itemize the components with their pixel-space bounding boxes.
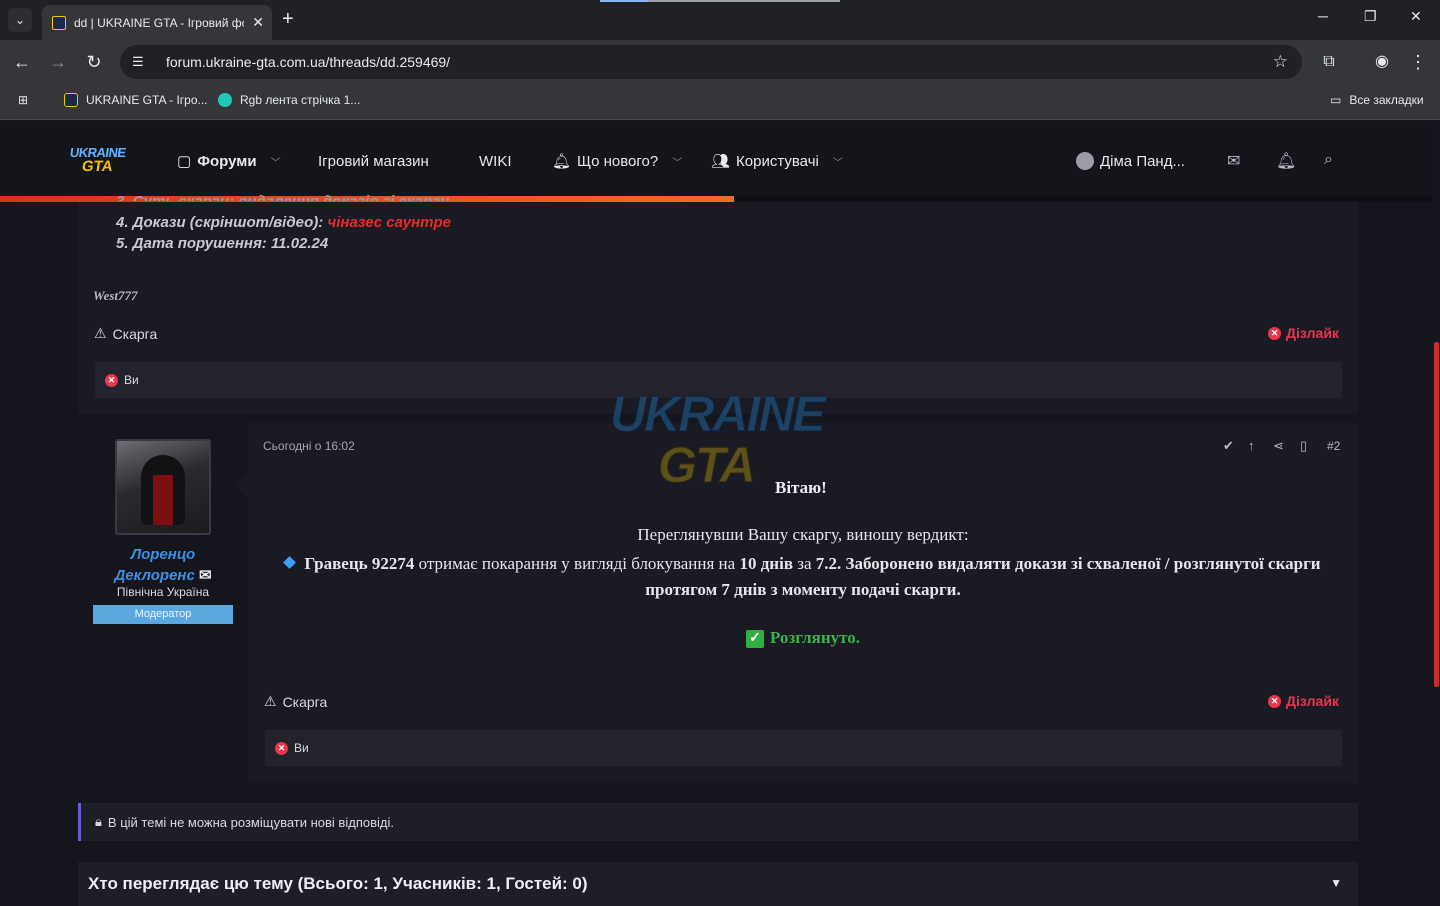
dislike-icon: ✕ bbox=[1268, 694, 1281, 708]
thread-watchers-block[interactable]: Хто переглядає цю тему (Всього: 1, Учасн… bbox=[78, 862, 1358, 906]
complaint-list: 3. Суть скарги: видалення доказів зі ска… bbox=[116, 193, 452, 254]
nav-wiki[interactable]: WIKI bbox=[479, 121, 512, 201]
profile-icon[interactable]: ◉ bbox=[1371, 51, 1393, 73]
checkmark-icon: ✓ bbox=[745, 630, 764, 648]
ukraine-gta-favicon bbox=[64, 93, 78, 107]
dislike-icon: ✕ bbox=[275, 741, 288, 755]
post-2 bbox=[78, 423, 1358, 783]
verdict-text: Гравець 92274 отримає покарання у вигляд… bbox=[263, 551, 1343, 603]
list-item: 4. Докази (скріншот/відео): чіназес саун… bbox=[116, 214, 452, 231]
tab-search-button[interactable]: ⌄ bbox=[8, 8, 32, 32]
status-reviewed: ✓ Розглянуто. bbox=[263, 628, 1343, 649]
chevron-down-icon[interactable]: ﹀ bbox=[672, 154, 682, 169]
browser-tab-strip: ⌄ dd | UKRAINE GTA - Ігровий фо ✕ + ─ ❐ … bbox=[0, 0, 1440, 40]
folder-icon: ▭ bbox=[1330, 93, 1342, 107]
user-avatar-icon bbox=[1076, 152, 1094, 170]
verdict-intro: Переглянувши Вашу скаргу, виношу вердикт… bbox=[637, 525, 969, 544]
author-avatar[interactable] bbox=[115, 439, 211, 535]
dislike-button[interactable]: ✕ Дізлайк bbox=[1268, 325, 1339, 341]
tab-favicon bbox=[52, 15, 66, 30]
address-bar[interactable]: ☰ forum.ukraine-gta.com.ua/threads/dd.25… bbox=[120, 45, 1302, 79]
page-scrollbar[interactable] bbox=[1432, 121, 1440, 900]
warning-icon: ⚠︎ bbox=[264, 693, 277, 709]
chevron-down-icon[interactable]: ▼ bbox=[1330, 876, 1342, 890]
list-item: 5. Дата порушення: 11.02.24 bbox=[116, 235, 329, 252]
inbox-icon[interactable]: ✉ bbox=[1227, 151, 1240, 171]
post-number[interactable]: #2 bbox=[1327, 439, 1340, 453]
account-menu[interactable]: Діма Панд... bbox=[1076, 121, 1185, 201]
bookmark-item[interactable]: Rgb лента стрічка 1... bbox=[218, 93, 360, 107]
reload-icon[interactable]: ↻ bbox=[83, 51, 105, 73]
site-info-icon[interactable]: ☰ bbox=[132, 54, 150, 70]
author-region: Північна Україна bbox=[116, 585, 210, 599]
report-button[interactable]: ⚠︎ Скарга bbox=[264, 693, 327, 710]
thread-closed-notice: 🔒︎ В цій темі не можна розміщувати нові … bbox=[78, 803, 1358, 841]
minimize-button[interactable]: ─ bbox=[1318, 8, 1328, 24]
message-pointer bbox=[234, 472, 248, 498]
all-bookmarks-button[interactable]: ▭ Все закладки bbox=[1330, 93, 1424, 107]
alerts-bell-icon[interactable]: 🔔︎ bbox=[1276, 151, 1296, 171]
bell-icon: 🔔︎ bbox=[552, 153, 572, 170]
forum-icon: ▢ bbox=[177, 153, 192, 170]
users-icon: 👥︎ bbox=[711, 153, 731, 170]
report-button[interactable]: ⚠︎ Скарга bbox=[94, 325, 157, 342]
post-greeting: Вітаю! bbox=[775, 478, 827, 497]
reactions-bar[interactable]: ✕ Ви bbox=[95, 362, 1342, 398]
url-text: forum.ukraine-gta.com.ua/threads/dd.2594… bbox=[166, 54, 451, 70]
site-header: UKRAINE GTA ▢ Форуми ﹀ Ігровий магазин W… bbox=[0, 121, 1440, 201]
nav-forums[interactable]: ▢ Форуми ﹀ bbox=[177, 121, 281, 201]
author-name[interactable]: Лоренцо Деклоренс ✉ bbox=[78, 544, 248, 586]
role-badge: Модератор bbox=[93, 605, 233, 624]
close-tab-icon[interactable]: ✕ bbox=[252, 14, 264, 31]
browser-tab-active[interactable]: dd | UKRAINE GTA - Ігровий фо ✕ bbox=[42, 5, 272, 40]
dislike-button[interactable]: ✕ Дізлайк bbox=[1268, 693, 1339, 709]
browser-menu-icon[interactable]: ⋮ bbox=[1407, 51, 1429, 73]
message-envelope-icon[interactable]: ✉ bbox=[199, 567, 212, 584]
bookmark-star-icon[interactable]: ☆ bbox=[1273, 52, 1288, 72]
back-icon[interactable]: ← bbox=[11, 51, 33, 73]
search-icon[interactable]: ⌕ bbox=[1324, 151, 1333, 169]
forward-icon[interactable]: → bbox=[47, 51, 69, 73]
lock-icon: 🔒︎ bbox=[95, 814, 102, 829]
site-logo[interactable]: UKRAINE GTA bbox=[69, 145, 130, 180]
close-window-button[interactable]: ✕ bbox=[1410, 8, 1422, 25]
bookmark-icon[interactable]: ▯ bbox=[1300, 438, 1307, 454]
bookmark-item[interactable]: UKRAINE GTA - Ігро... bbox=[64, 93, 208, 107]
chevron-down-icon[interactable]: ﹀ bbox=[833, 154, 843, 169]
bookmarks-bar: ⊞ UKRAINE GTA - Ігро... Rgb лента стрічк… bbox=[0, 84, 1440, 120]
tab-title: dd | UKRAINE GTA - Ігровий фо bbox=[74, 15, 245, 30]
dislike-icon: ✕ bbox=[105, 373, 118, 387]
reactions-bar[interactable]: ✕ Ви bbox=[265, 730, 1342, 766]
extensions-icon[interactable]: ⧉ bbox=[1318, 51, 1340, 73]
rgb-favicon bbox=[218, 93, 232, 107]
new-tab-button[interactable]: + bbox=[282, 8, 294, 30]
apps-grid-icon[interactable]: ⊞ bbox=[18, 93, 28, 107]
restore-button[interactable]: ❐ bbox=[1364, 8, 1377, 25]
nav-shop[interactable]: Ігровий магазин bbox=[318, 121, 429, 201]
scrollbar-thumb[interactable] bbox=[1434, 342, 1439, 687]
share-icon[interactable]: ⋖ bbox=[1273, 438, 1284, 454]
warning-icon: ⚠︎ bbox=[94, 325, 107, 341]
nav-users[interactable]: 👥︎ Користувачі ﹀ bbox=[711, 121, 843, 201]
browser-toolbar: ← → ↻ ☰ forum.ukraine-gta.com.ua/threads… bbox=[0, 40, 1440, 84]
post-date[interactable]: Сьогодні о 16:02 bbox=[263, 439, 355, 453]
check-circle-icon[interactable]: ✔ bbox=[1223, 438, 1234, 454]
nav-whats-new[interactable]: 🔔︎ Що нового? ﹀ bbox=[552, 121, 682, 201]
dislike-icon: ✕ bbox=[1268, 326, 1281, 340]
tab-loading-indicator bbox=[600, 0, 840, 2]
post-signature: West777 bbox=[93, 288, 138, 303]
diamond-bullet-icon bbox=[283, 556, 297, 569]
list-item: 3. Суть скарги: видалення доказів зі ска… bbox=[116, 191, 451, 201]
arrow-up-icon[interactable]: ↑ bbox=[1248, 438, 1255, 453]
chevron-down-icon[interactable]: ﹀ bbox=[271, 154, 281, 169]
